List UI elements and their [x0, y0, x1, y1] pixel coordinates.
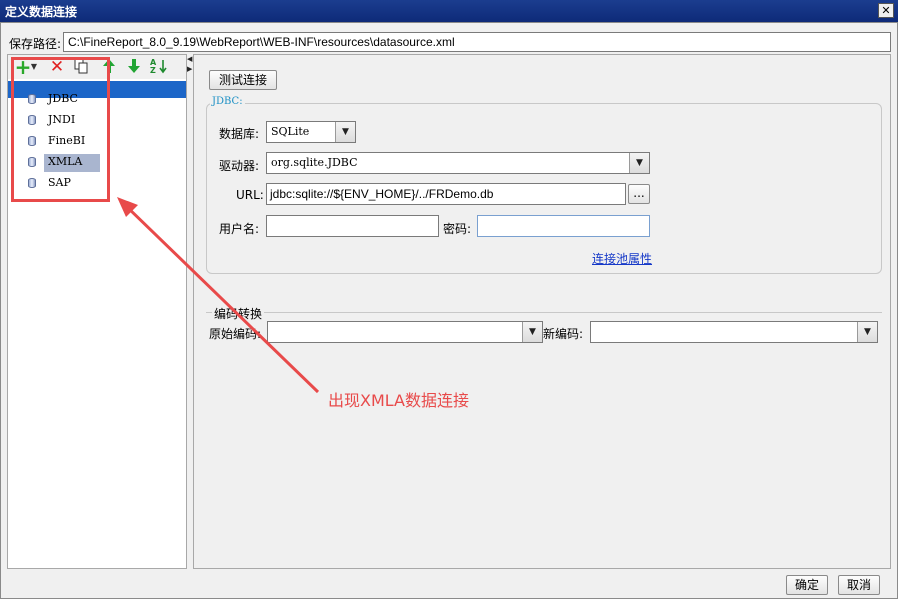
driver-select[interactable]: org.sqlite.JDBC ▼ [266, 152, 650, 174]
ok-button[interactable]: 确定 [786, 575, 828, 595]
sort-icon[interactable]: AZ [150, 58, 168, 76]
driver-value: org.sqlite.JDBC [271, 156, 358, 169]
orig-encoding-select[interactable]: ▼ [267, 321, 543, 343]
title-bar: 定义数据连接 ✕ [0, 0, 898, 22]
jdbc-group-title: JDBC: [210, 96, 245, 107]
username-label: 用户名: [219, 222, 260, 236]
save-path-row: 保存路径: C:\FineReport_8.0_9.19\WebReport\W… [9, 32, 891, 52]
encoding-divider [206, 312, 882, 313]
annotation-text: 出现XMLA数据连接 [328, 391, 469, 410]
annotation-highlight-box [11, 57, 110, 202]
save-path-field[interactable]: C:\FineReport_8.0_9.19\WebReport\WEB-INF… [63, 32, 891, 52]
url-label: URL: [236, 188, 264, 202]
pool-properties-link[interactable]: 连接池属性 [592, 250, 652, 267]
url-value: jdbc:sqlite://${ENV_HOME}/../FRDemo.db [270, 187, 494, 201]
driver-label: 驱动器: [219, 159, 260, 173]
password-input[interactable] [477, 215, 650, 237]
database-label: 数据库: [219, 127, 260, 141]
database-select[interactable]: SQLite ▼ [266, 121, 356, 143]
move-down-icon[interactable] [125, 58, 143, 76]
database-value: SQLite [271, 125, 310, 138]
chevron-down-icon[interactable]: ▼ [522, 322, 542, 342]
chevron-down-icon[interactable]: ▼ [857, 322, 877, 342]
encoding-title: 编码转换 [212, 305, 265, 322]
dialog-body: 保存路径: C:\FineReport_8.0_9.19\WebReport\W… [0, 22, 898, 599]
chevron-down-icon[interactable]: ▼ [629, 153, 649, 173]
username-input[interactable] [266, 215, 439, 237]
chevron-down-icon[interactable]: ▼ [335, 122, 355, 142]
test-connection-button[interactable]: 测试连接 [209, 70, 277, 90]
new-encoding-select[interactable]: ▼ [590, 321, 878, 343]
password-label: 密码: [443, 222, 472, 236]
window-title: 定义数据连接 [5, 5, 78, 19]
cancel-button[interactable]: 取消 [838, 575, 880, 595]
close-icon[interactable]: ✕ [878, 3, 894, 18]
svg-text:Z: Z [150, 66, 156, 74]
orig-encoding-label: 原始编码: [209, 327, 262, 341]
connection-detail-panel: 测试连接 JDBC: 数据库: SQLite ▼ 驱动器: org.sqlite… [193, 54, 891, 569]
url-browse-button[interactable]: ... [628, 184, 650, 204]
url-input[interactable]: jdbc:sqlite://${ENV_HOME}/../FRDemo.db [266, 183, 626, 205]
save-path-label: 保存路径: [9, 37, 62, 51]
new-encoding-label: 新编码: [543, 327, 584, 341]
